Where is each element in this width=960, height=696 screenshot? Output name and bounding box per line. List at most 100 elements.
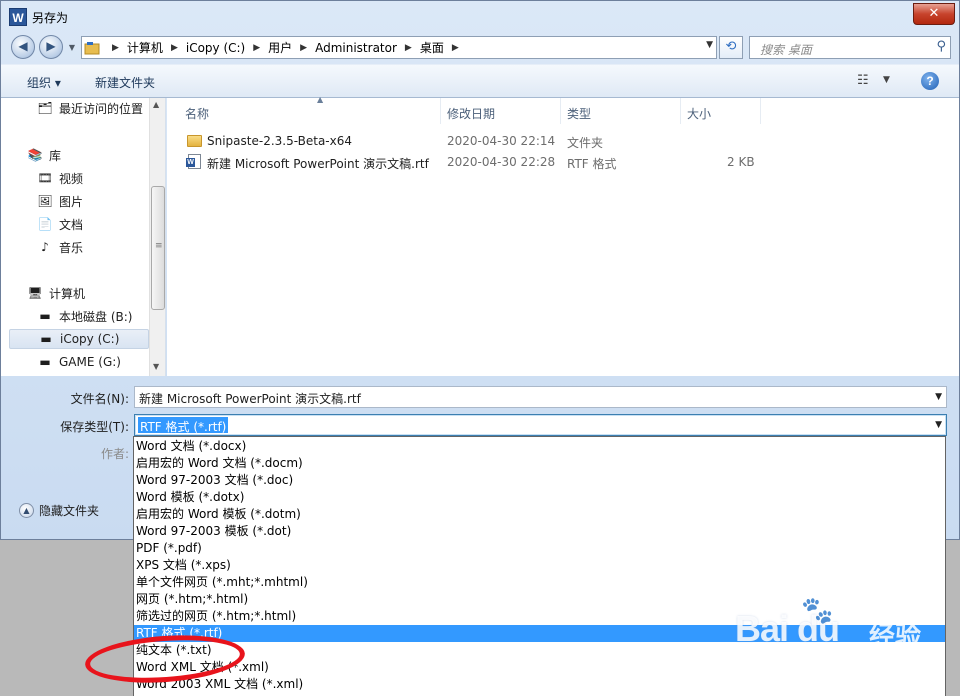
watermark-cn: 经验	[869, 622, 922, 652]
hide-folders-label: 隐藏文件夹	[39, 504, 100, 518]
file-name: Snipaste-2.3.5-Beta-x64	[207, 134, 353, 148]
grip-icon: ≡	[155, 241, 163, 251]
forward-button[interactable]: ▶	[39, 35, 63, 59]
hide-folders-button[interactable]: ▲ 隐藏文件夹	[19, 502, 99, 519]
breadcrumb-users[interactable]: 用户	[268, 39, 292, 56]
dropdown-option[interactable]: Word 97-2003 模板 (*.dot)	[134, 523, 945, 540]
breadcrumb-administrator[interactable]: Administrator	[315, 41, 397, 55]
sidebar-item-music[interactable]: ♪ 音乐	[37, 237, 149, 257]
dropdown-option[interactable]: Word 97-2003 文档 (*.doc)	[134, 472, 945, 489]
help-icon[interactable]: ?	[921, 72, 939, 90]
sidebar-item-documents[interactable]: 📄 文档	[37, 214, 149, 234]
breadcrumb-sep-icon[interactable]: ▶	[405, 43, 412, 53]
recent-places-icon: 🗂	[37, 101, 53, 115]
sidebar-item-label: 音乐	[59, 240, 84, 255]
filename-value: 新建 Microsoft PowerPoint 演示文稿.rtf	[139, 392, 361, 406]
breadcrumb-sep-icon[interactable]: ▶	[253, 43, 260, 53]
drive-icon: ▬	[39, 355, 51, 369]
scroll-up-icon[interactable]: ▲	[153, 100, 159, 109]
breadcrumb-computer[interactable]: 计算机	[127, 39, 163, 56]
file-size: 2 KB	[727, 155, 755, 169]
file-type: 文件夹	[567, 136, 604, 150]
sidebar-item-drive-g[interactable]: ▬ GAME (G:)	[37, 352, 149, 372]
navigation-pane: 🗂 最近访问的位置 📚 库 🎞 视频 🖼 图片 📄 文档 ♪ 音乐 🖥 计算机 ▬ 本地磁盘 (…	[1, 98, 166, 376]
video-icon: 🎞	[37, 171, 53, 185]
music-icon: ♪	[41, 240, 49, 254]
breadcrumb-sep-icon[interactable]: ▶	[171, 43, 178, 53]
dropdown-option[interactable]: Word 模板 (*.dotx)	[134, 489, 945, 506]
savetype-select[interactable]: RTF 格式 (*.rtf) ▼	[134, 414, 947, 436]
history-dropdown-icon[interactable]: ▼	[67, 43, 77, 53]
dropdown-option[interactable]: Word 2003 XML 文档 (*.xml)	[134, 676, 945, 693]
sidebar-item-computer[interactable]: 🖥 计算机	[27, 283, 147, 303]
address-dropdown-icon[interactable]: ▼	[706, 40, 713, 50]
search-placeholder: 搜索 桌面	[760, 43, 812, 57]
sidebar-item-label: GAME (G:)	[59, 355, 121, 369]
dropdown-option[interactable]: PDF (*.pdf)	[134, 540, 945, 557]
column-label: 大小	[687, 107, 712, 121]
paw-icon: 🐾	[801, 596, 834, 626]
view-options-icon[interactable]: ☷	[857, 73, 869, 88]
back-button[interactable]: ◀	[11, 35, 35, 59]
column-size[interactable]: 大小	[681, 98, 761, 124]
search-icon[interactable]: ⚲	[936, 39, 946, 54]
rtf-file-icon	[186, 154, 201, 169]
sidebar-item-label: 最近访问的位置	[59, 101, 144, 116]
breadcrumb-sep-icon[interactable]: ▶	[300, 43, 307, 53]
search-input[interactable]: 搜索 桌面 ⚲	[749, 36, 951, 59]
column-label: 类型	[567, 107, 592, 121]
breadcrumb-icopy[interactable]: iCopy (C:)	[186, 41, 245, 55]
sidebar-item-libraries[interactable]: 📚 库	[27, 145, 147, 165]
dropdown-option[interactable]: 启用宏的 Word 文档 (*.docm)	[134, 455, 945, 472]
sidebar-item-label: 计算机	[49, 286, 86, 301]
sidebar-item-label: 视频	[59, 171, 84, 186]
navigation-row: ◀ ▶ ▼ ▶ 计算机 ▶ iCopy (C:) ▶ 用户 ▶ Administ…	[1, 33, 959, 61]
chevron-down-icon[interactable]: ▼	[935, 420, 942, 430]
chevron-down-icon[interactable]: ▼	[935, 392, 942, 402]
sidebar-item-pictures[interactable]: 🖼 图片	[37, 191, 149, 211]
address-bar[interactable]: ▶ 计算机 ▶ iCopy (C:) ▶ 用户 ▶ Administrator …	[81, 36, 717, 59]
column-date[interactable]: 修改日期	[441, 98, 561, 124]
filename-field[interactable]: 新建 Microsoft PowerPoint 演示文稿.rtf ▼	[134, 386, 947, 408]
sidebar-item-label: iCopy (C:)	[60, 332, 120, 346]
computer-icon: 🖥	[27, 286, 43, 300]
sidebar-item-label: 文档	[59, 217, 84, 232]
table-row[interactable]: 新建 Microsoft PowerPoint 演示文稿.rtf 2020-04…	[183, 152, 783, 172]
breadcrumb-desktop[interactable]: 桌面	[420, 39, 444, 56]
sidebar-item-drive-b[interactable]: ▬ 本地磁盘 (B:)	[37, 306, 149, 326]
close-button[interactable]: ✕	[913, 3, 955, 25]
view-dropdown-icon[interactable]: ▼	[883, 75, 890, 85]
breadcrumb-sep-icon[interactable]: ▶	[452, 43, 459, 53]
table-row[interactable]: Snipaste-2.3.5-Beta-x64 2020-04-30 22:14…	[183, 131, 783, 151]
savetype-value: RTF 格式 (*.rtf)	[138, 417, 229, 434]
breadcrumb-sep-icon: ▶	[112, 42, 119, 53]
refresh-button[interactable]: ⟲	[719, 36, 743, 59]
dropdown-option[interactable]: 单个文件网页 (*.mht;*.mhtml)	[134, 574, 945, 591]
dropdown-option[interactable]: Word 文档 (*.docx)	[134, 438, 945, 455]
file-date: 2020-04-30 22:14	[447, 134, 556, 148]
libraries-icon: 📚	[27, 148, 43, 162]
sidebar-item-video[interactable]: 🎞 视频	[37, 168, 149, 188]
file-date: 2020-04-30 22:28	[447, 155, 556, 169]
author-label: 作者:	[100, 447, 129, 461]
scroll-down-icon[interactable]: ▼	[153, 362, 159, 371]
sidebar-item-label: 图片	[59, 194, 84, 209]
column-label: 修改日期	[447, 107, 496, 121]
dropdown-option[interactable]: XPS 文档 (*.xps)	[134, 557, 945, 574]
new-folder-button[interactable]: 新建文件夹	[95, 74, 155, 91]
pictures-icon: 🖼	[37, 194, 53, 208]
column-name[interactable]: ▲ 名称	[179, 95, 441, 124]
documents-icon: 📄	[37, 217, 53, 231]
drive-icon: ▬	[40, 332, 52, 346]
organize-button[interactable]: 组织 ▾	[27, 74, 61, 91]
dropdown-option[interactable]: 启用宏的 Word 模板 (*.dotm)	[134, 506, 945, 523]
sidebar-item-drive-c[interactable]: ▬ iCopy (C:)	[9, 329, 149, 349]
column-type[interactable]: 类型	[561, 98, 681, 124]
file-list: ▲ 名称 修改日期 类型 大小 Snipaste-2.3.5-Beta-x64 …	[167, 95, 959, 376]
sidebar-item-label: 本地磁盘 (B:)	[59, 309, 133, 324]
command-toolbar: 组织 ▾ 新建文件夹 ☷ ▼ ?	[1, 64, 959, 98]
scroll-thumb[interactable]: ≡	[151, 186, 165, 310]
nav-scrollbar[interactable]: ▲ ≡ ▼	[149, 98, 165, 376]
sidebar-item-recent[interactable]: 🗂 最近访问的位置	[37, 98, 149, 118]
file-type: RTF 格式	[567, 157, 617, 171]
